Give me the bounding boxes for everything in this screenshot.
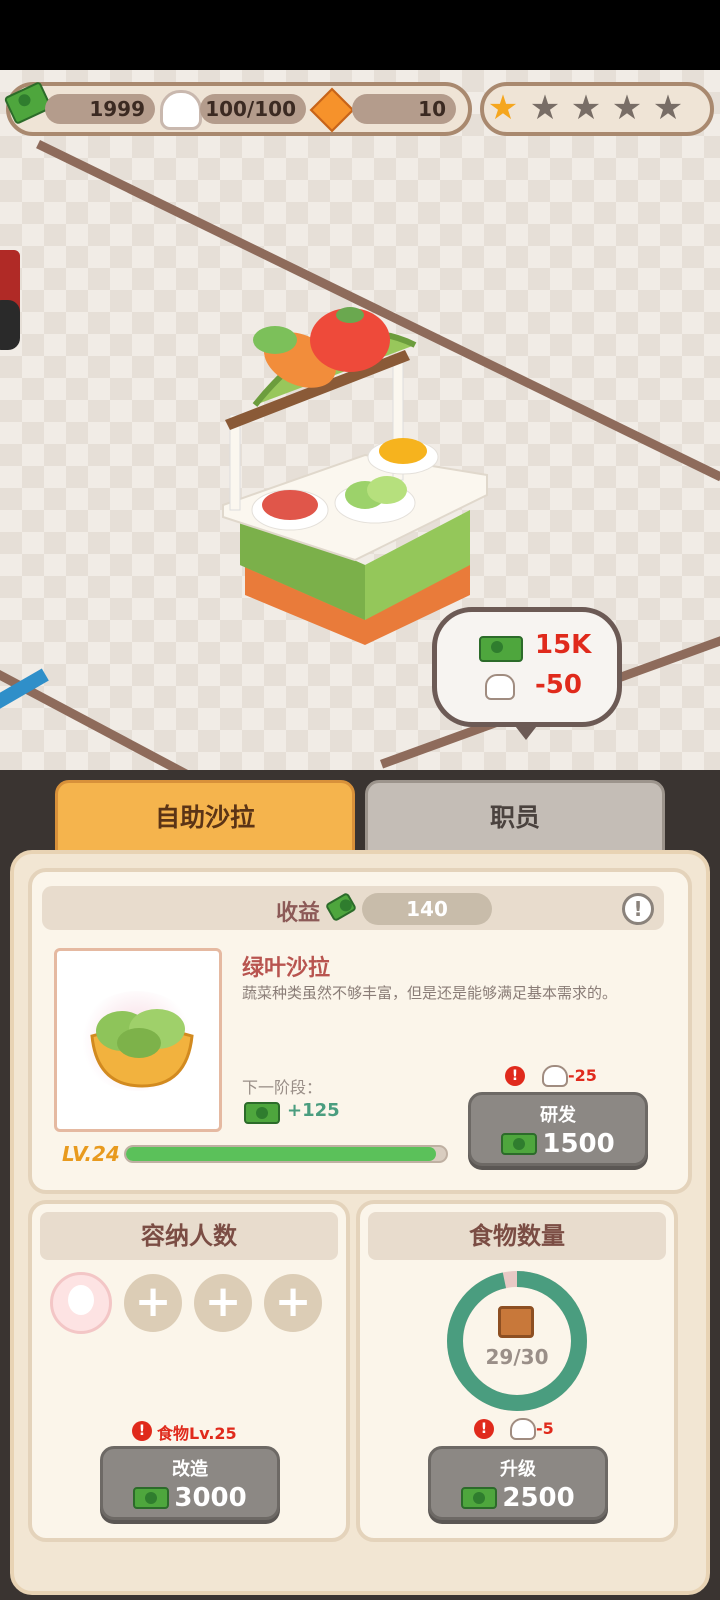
capacity-requirement: 食物Lv.25 bbox=[157, 1424, 237, 1443]
income-bubble[interactable]: 15K -50 bbox=[432, 607, 622, 727]
tab-salad-bar[interactable]: 自助沙拉 bbox=[55, 780, 355, 856]
crate-icon bbox=[498, 1306, 534, 1338]
info-icon[interactable]: ! bbox=[622, 893, 654, 925]
chef-hat-icon bbox=[160, 90, 202, 130]
revenue-value: 140 bbox=[362, 893, 492, 925]
warning-icon: ! bbox=[132, 1420, 152, 1441]
chef-hat-icon bbox=[485, 674, 515, 700]
dish-image-frame bbox=[54, 948, 222, 1132]
upgrade-price: 2500 bbox=[502, 1483, 575, 1513]
food-ring bbox=[447, 1271, 587, 1411]
star-icon: ★ bbox=[611, 88, 643, 128]
next-stage-bonus: +125 bbox=[287, 1100, 340, 1121]
stamina-counter: 100/100 bbox=[200, 94, 306, 124]
cash-icon bbox=[3, 80, 53, 126]
add-slot-button[interactable]: + bbox=[124, 1274, 182, 1332]
salad-bowl-icon bbox=[90, 1009, 194, 1088]
level-progress-bar bbox=[124, 1145, 448, 1163]
customer-avatar bbox=[50, 1272, 112, 1334]
bubble-stamina-cost: -50 bbox=[535, 670, 582, 700]
game-scene[interactable]: 15K -50 bbox=[0, 70, 720, 770]
research-button[interactable]: 研发 1500 bbox=[468, 1092, 648, 1166]
cash-counter: 1999 bbox=[45, 94, 155, 124]
money-icon bbox=[324, 891, 358, 922]
money-icon bbox=[479, 636, 523, 662]
food-stamina-cost: -5 bbox=[536, 1419, 554, 1438]
star-icon: ★ bbox=[652, 88, 684, 128]
add-slot-button[interactable]: + bbox=[264, 1274, 322, 1332]
next-stage-label: 下一阶段： bbox=[242, 1078, 323, 1097]
food-count: 29/30 bbox=[485, 1345, 549, 1369]
upgrade-label: 升级 bbox=[500, 1459, 536, 1480]
food-ring-fill bbox=[447, 1271, 587, 1411]
counter-edge bbox=[0, 300, 20, 350]
research-price: 1500 bbox=[542, 1129, 615, 1159]
level-progress-fill bbox=[126, 1147, 437, 1161]
remodel-price: 3000 bbox=[174, 1483, 247, 1513]
salad-bar-station[interactable] bbox=[215, 305, 505, 645]
dish-name: 绿叶沙拉 bbox=[242, 956, 331, 981]
bubble-tail bbox=[512, 722, 540, 740]
gem-counter: 10 bbox=[352, 94, 456, 124]
capacity-title: 容纳人数 bbox=[40, 1212, 338, 1260]
money-icon bbox=[501, 1133, 538, 1155]
upgrade-button[interactable]: 升级 2500 bbox=[428, 1446, 608, 1520]
star-icon: ★ bbox=[570, 88, 602, 128]
bubble-income: 15K bbox=[535, 630, 592, 660]
half-star-icon: ★ bbox=[487, 88, 519, 128]
warning-icon: ! bbox=[474, 1418, 494, 1439]
tab-staff[interactable]: 职员 bbox=[365, 780, 665, 856]
level-label: LV.24 bbox=[62, 1142, 120, 1166]
research-label: 研发 bbox=[540, 1105, 576, 1126]
remodel-label: 改造 bbox=[172, 1459, 208, 1480]
remodel-button[interactable]: 改造 3000 bbox=[100, 1446, 280, 1520]
star-icon: ★ bbox=[529, 88, 561, 128]
research-stamina-cost: -25 bbox=[568, 1066, 597, 1085]
chef-hat-icon bbox=[542, 1065, 568, 1087]
money-icon bbox=[244, 1102, 280, 1124]
food-title: 食物数量 bbox=[368, 1212, 666, 1260]
add-slot-button[interactable]: + bbox=[194, 1274, 252, 1332]
dish-description: 蔬菜种类虽然不够丰富，但是还是能够满足基本需求的。 bbox=[242, 984, 618, 1002]
money-icon bbox=[133, 1487, 170, 1509]
money-icon bbox=[461, 1487, 498, 1509]
revenue-label: 收益 bbox=[276, 901, 321, 926]
warning-icon: ! bbox=[505, 1065, 525, 1086]
chef-hat-icon bbox=[510, 1418, 536, 1440]
